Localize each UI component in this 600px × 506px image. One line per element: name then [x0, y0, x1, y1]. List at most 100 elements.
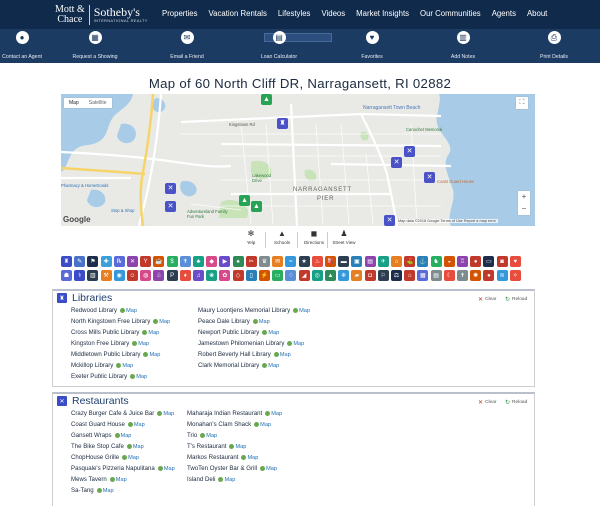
map-link[interactable]: Map — [287, 341, 304, 347]
ski-icon[interactable]: ❄ — [338, 270, 350, 281]
map-marker-restaurant[interactable]: ✕ — [165, 183, 176, 194]
map-marker-restaurant[interactable]: ✕ — [404, 146, 415, 157]
nav-lifestyles[interactable]: Lifestyles — [278, 9, 311, 18]
map-canvas[interactable]: Kingstown Rd Narragansett Town Beach Can… — [61, 94, 535, 226]
map-marker-restaurant[interactable]: ✕ — [384, 215, 395, 226]
post-icon[interactable]: ✉ — [272, 256, 284, 267]
map-tab-satellite[interactable]: Satellite — [84, 98, 112, 108]
ferry-icon[interactable]: ⚑ — [87, 256, 99, 267]
libraries-reload-button[interactable]: ↻ Reload — [505, 296, 527, 303]
electronics-icon[interactable]: ⚡ — [259, 270, 270, 281]
camp-icon[interactable]: ▲ — [325, 270, 336, 281]
shoes-icon[interactable]: ◢ — [298, 270, 310, 281]
map-link[interactable]: Map — [157, 411, 174, 417]
zoo-icon[interactable]: ♞ — [430, 256, 442, 267]
action-add-notesbutton[interactable]: ▥ Add Notes — [423, 31, 503, 60]
bike-icon[interactable]: ◎ — [311, 270, 323, 281]
map-tab-map[interactable]: Map — [64, 98, 84, 108]
gas-icon[interactable]: ⛽ — [325, 256, 336, 267]
map-link[interactable]: Map — [254, 422, 271, 428]
moving-icon[interactable]: ▤ — [430, 270, 442, 281]
salon-icon[interactable]: ✂ — [245, 256, 257, 267]
pharmacy-icon[interactable]: ℞ — [113, 256, 125, 267]
fire-icon[interactable]: ♨ — [311, 256, 323, 267]
theater-icon[interactable]: ☺ — [127, 270, 138, 281]
books-icon[interactable]: ▯ — [245, 270, 257, 281]
cemetery-icon[interactable]: ✝ — [457, 270, 468, 281]
embassy-icon[interactable]: ⚐ — [377, 270, 389, 281]
car-icon[interactable]: ▬ — [338, 256, 350, 267]
libraries-clear-button[interactable]: ✕ Clear — [478, 296, 497, 303]
marina-icon[interactable]: ⚓ — [417, 256, 429, 267]
map-link[interactable]: Map — [143, 352, 160, 358]
map-link[interactable]: Map — [262, 330, 279, 336]
map-link[interactable]: Map — [265, 411, 282, 417]
nav-vacation-rentals[interactable]: Vacation Rentals — [209, 9, 267, 18]
museum-icon[interactable]: ♛ — [259, 256, 270, 267]
shopping-icon[interactable]: ◆ — [206, 256, 218, 267]
school-icon[interactable]: ✎ — [74, 256, 86, 267]
map-link[interactable]: Map — [241, 455, 258, 461]
bus-icon[interactable]: ▣ — [351, 256, 363, 267]
map-link[interactable]: Map — [260, 466, 277, 472]
map-link[interactable]: Map — [120, 308, 137, 314]
grocery-icon[interactable]: ● — [470, 256, 482, 267]
map-link[interactable]: Map — [157, 466, 175, 472]
stadium-icon[interactable]: ◍ — [140, 270, 152, 281]
dentist-icon[interactable]: ☗ — [61, 270, 72, 281]
library-icon[interactable]: ♜ — [61, 256, 72, 267]
hospital-icon[interactable]: ✚ — [100, 256, 112, 267]
map-link[interactable]: Map — [132, 341, 149, 347]
park-icon[interactable]: ♠ — [232, 256, 244, 267]
golf-icon[interactable]: ⛳ — [404, 256, 416, 267]
pet-icon[interactable]: ♧ — [153, 270, 165, 281]
nav-about[interactable]: About — [527, 9, 547, 18]
vet-icon[interactable]: ♥ — [509, 256, 521, 267]
bank-icon[interactable]: $ — [166, 256, 178, 267]
nav-agents[interactable]: Agents — [492, 9, 516, 18]
tool-street-view-button[interactable]: ♟ Street View — [326, 229, 362, 245]
brand-logo[interactable]: Mott & Chace Sotheby's INTERNATIONAL REA… — [55, 3, 148, 26]
restaurants-clear-button[interactable]: ✕ Clear — [478, 399, 497, 406]
map-link[interactable]: Map — [200, 433, 217, 439]
nav-our-communities[interactable]: Our Communities — [420, 9, 481, 18]
hotel-icon[interactable]: ⌂ — [391, 256, 402, 267]
cityhall-icon[interactable]: ⌂ — [404, 270, 416, 281]
jewelry-icon[interactable]: ◇ — [232, 270, 244, 281]
hardware-icon[interactable]: ⚒ — [100, 270, 112, 281]
bar-icon[interactable]: Y — [140, 256, 152, 267]
police-icon[interactable]: ★ — [298, 256, 310, 267]
map-link[interactable]: Map — [229, 444, 246, 450]
repair-icon[interactable]: ✧ — [509, 270, 521, 281]
carwash-icon[interactable]: ≋ — [496, 270, 508, 281]
taxi-icon[interactable]: ▰ — [351, 270, 363, 281]
aquarium-icon[interactable]: ◉ — [113, 270, 125, 281]
laundry-icon[interactable]: ◙ — [496, 256, 508, 267]
bakery-icon[interactable]: ◒ — [443, 256, 455, 267]
restaurant-icon[interactable]: ✕ — [127, 256, 138, 267]
train-icon[interactable]: ▤ — [364, 256, 376, 267]
map-link[interactable]: Map — [153, 319, 170, 325]
doctor-icon[interactable]: ⚕ — [74, 270, 86, 281]
action-contact-an-agentbutton[interactable]: ● Contact an Agent — [0, 31, 62, 60]
lodging-icon[interactable]: ☾ — [443, 270, 455, 281]
storage-icon[interactable]: ▦ — [417, 270, 429, 281]
nav-properties[interactable]: Properties — [162, 9, 198, 18]
map-link[interactable]: Map — [142, 330, 159, 336]
map-link[interactable]: Map — [114, 433, 131, 439]
action-email-a-friendbutton[interactable]: ✉ Email a Friend — [147, 31, 227, 60]
clothing-icon[interactable]: ♢ — [285, 270, 297, 281]
zoom-in-button[interactable]: + — [518, 191, 530, 203]
map-link[interactable]: Map — [293, 308, 310, 314]
map-marker-school[interactable]: ▲ — [261, 94, 272, 105]
map-link[interactable]: Map — [130, 374, 147, 380]
church-icon[interactable]: ✝ — [179, 256, 191, 267]
restaurants-reload-button[interactable]: ↻ Reload — [505, 399, 527, 406]
action-loan-calculatorbutton[interactable]: ▤ Loan Calculator — [239, 31, 319, 60]
map-marker-library[interactable]: ♜ — [277, 118, 288, 129]
tool-schools-button[interactable]: ▲ Schools — [264, 229, 300, 245]
courthouse-icon[interactable]: ⚖ — [391, 270, 402, 281]
nav-videos[interactable]: Videos — [321, 9, 345, 18]
nightclub-icon[interactable]: ♫ — [193, 270, 204, 281]
atm-icon[interactable]: ▭ — [483, 256, 495, 267]
